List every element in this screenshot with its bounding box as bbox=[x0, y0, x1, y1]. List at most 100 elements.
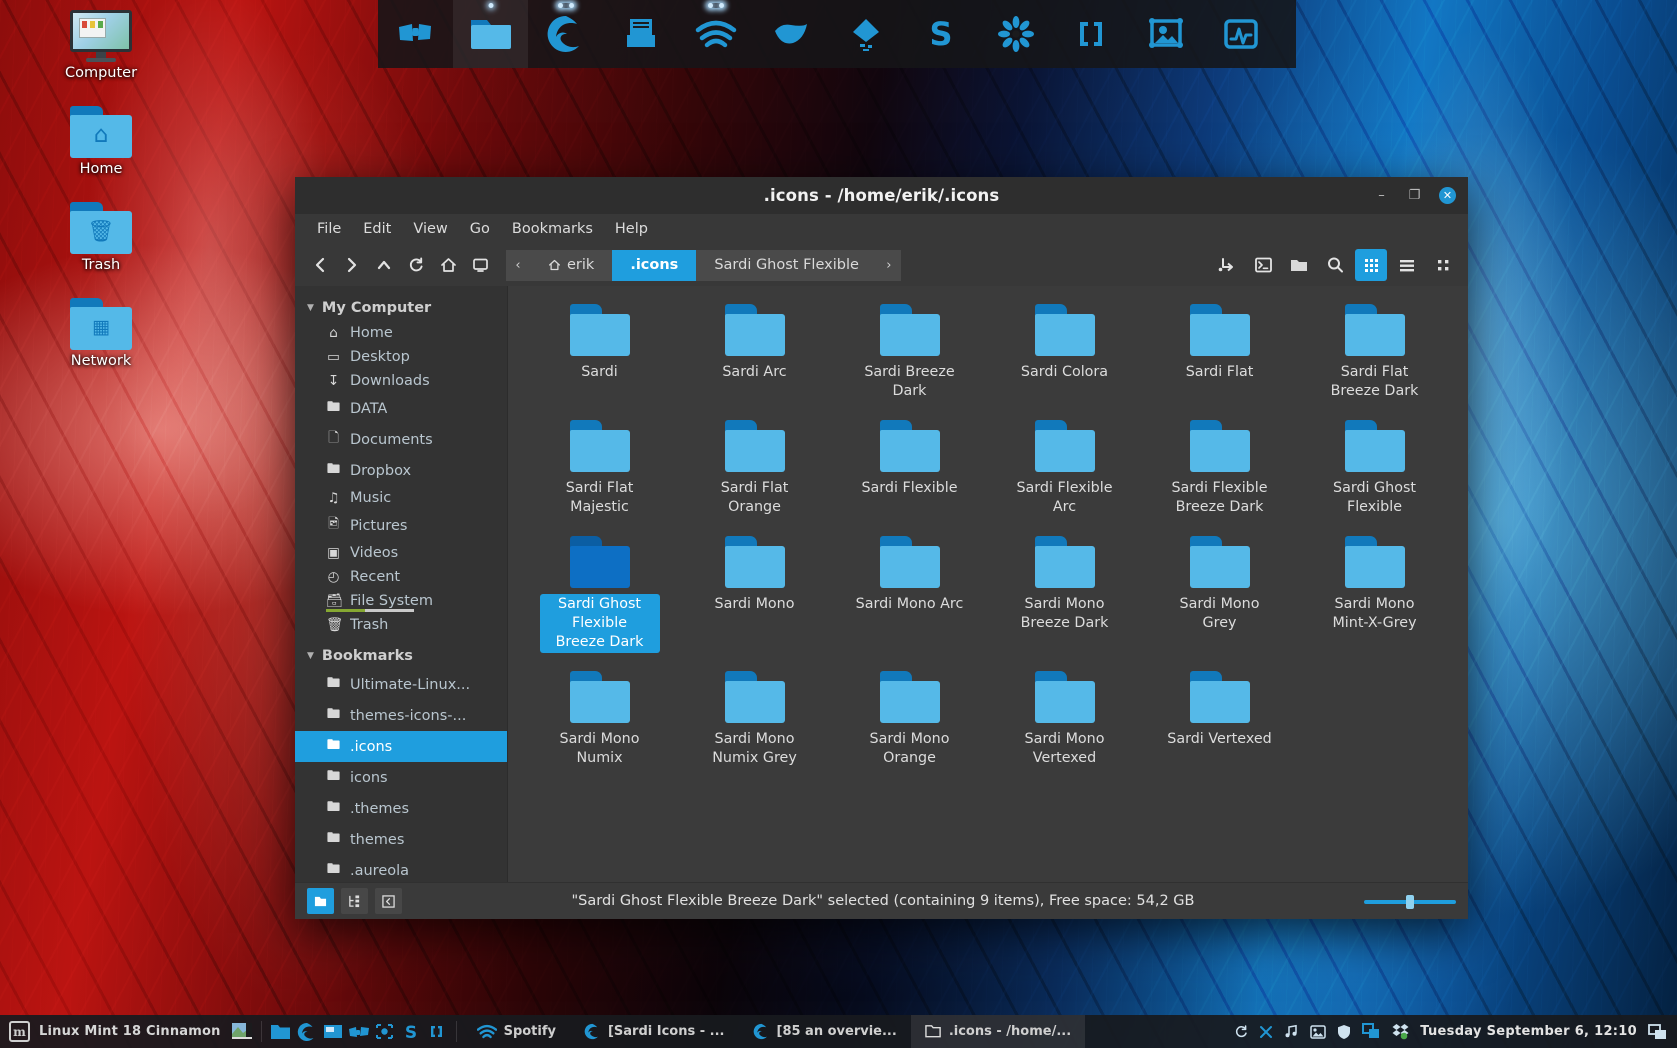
sidebar-item-downloads[interactable]: ↧ Downloads bbox=[295, 369, 507, 393]
file-item[interactable]: Sardi Mono Arc bbox=[832, 532, 987, 653]
sidebar-item-pictures[interactable]: 🖻 Pictures bbox=[295, 510, 507, 541]
desktop-icon-trash[interactable]: 🗑 Trash bbox=[36, 202, 166, 274]
sidebar-section-my-computer[interactable]: ▼ My Computer bbox=[295, 295, 507, 321]
launcher-camera[interactable] bbox=[372, 1015, 398, 1048]
dock-item-gimp[interactable] bbox=[753, 0, 828, 68]
file-item[interactable]: Sardi Mono bbox=[677, 532, 832, 653]
image-icon[interactable] bbox=[1310, 1024, 1326, 1039]
breadcrumb-sardi-ghost-flexible[interactable]: Sardi Ghost Flexible bbox=[696, 250, 877, 281]
task-file-manager[interactable]: .icons - /home/... bbox=[910, 1015, 1086, 1048]
breadcrumb-scroll-right[interactable]: › bbox=[877, 250, 901, 281]
file-item[interactable]: Sardi Mono Mint-X-Grey bbox=[1297, 532, 1452, 653]
menu-file[interactable]: File bbox=[306, 218, 352, 240]
forward-button[interactable] bbox=[336, 250, 368, 280]
clock[interactable]: Tuesday September 6, 12:10 bbox=[1420, 1024, 1637, 1039]
task-firefox-sardi[interactable]: [Sardi Icons - ... bbox=[570, 1015, 739, 1048]
launcher-screenshot[interactable] bbox=[320, 1015, 346, 1048]
dock-item-sublime[interactable]: S bbox=[903, 0, 978, 68]
launcher-firefox[interactable] bbox=[294, 1015, 320, 1048]
sidebar-item-dot-themes[interactable]: 🖿 .themes bbox=[295, 793, 507, 824]
task-spotify[interactable]: Spotify bbox=[463, 1015, 570, 1048]
home-button[interactable] bbox=[432, 250, 464, 280]
file-item[interactable]: Sardi Flexible bbox=[832, 416, 987, 518]
close-button[interactable]: ✕ bbox=[1439, 187, 1456, 204]
dock-item-inkscape[interactable] bbox=[828, 0, 903, 68]
breadcrumb-icons[interactable]: .icons bbox=[612, 249, 697, 281]
menu-edit[interactable]: Edit bbox=[352, 218, 402, 240]
sidebar-item-aureola[interactable]: 🖿 .aureola bbox=[295, 855, 507, 882]
menu-button[interactable]: m Linux Mint 18 Cinnamon bbox=[0, 1015, 229, 1048]
maximize-button[interactable]: ❐ bbox=[1406, 187, 1423, 204]
shield-icon[interactable] bbox=[1337, 1024, 1351, 1040]
dock-item-bowtie[interactable] bbox=[378, 0, 453, 68]
zoom-slider[interactable] bbox=[1364, 892, 1456, 911]
show-desktop-button[interactable] bbox=[1648, 1023, 1667, 1040]
sidebar-item-home[interactable]: ⌂ Home bbox=[295, 321, 507, 345]
list-view-button[interactable] bbox=[1391, 249, 1423, 281]
file-item-selected[interactable]: Sardi Ghost Flexible Breeze Dark bbox=[522, 532, 677, 653]
file-item[interactable]: Sardi Arc bbox=[677, 300, 832, 402]
minimize-button[interactable]: – bbox=[1373, 187, 1390, 204]
open-terminal-button[interactable] bbox=[1247, 249, 1279, 281]
file-item[interactable]: Sardi Mono Numix bbox=[522, 667, 677, 769]
sidebar-item-icons[interactable]: 🖿 icons bbox=[295, 762, 507, 793]
file-item[interactable]: Sardi Flexible Arc bbox=[987, 416, 1142, 518]
reload-button[interactable] bbox=[400, 250, 432, 280]
desktop-icon-home[interactable]: ⌂ Home bbox=[36, 106, 166, 178]
file-grid-pane[interactable]: Sardi Sardi Arc Sardi Breeze Dark Sardi … bbox=[508, 286, 1468, 882]
file-item[interactable]: Sardi Flat Orange bbox=[677, 416, 832, 518]
dock-item-image-viewer[interactable] bbox=[1128, 0, 1203, 68]
compact-view-button[interactable] bbox=[1427, 249, 1459, 281]
dock-item-firefox[interactable] bbox=[528, 0, 603, 68]
file-item[interactable]: Sardi Flat Majestic bbox=[522, 416, 677, 518]
launcher-file-manager[interactable] bbox=[268, 1015, 294, 1048]
task-firefox-85[interactable]: [85 an overvie... bbox=[739, 1015, 911, 1048]
file-item[interactable]: Sardi Flexible Breeze Dark bbox=[1142, 416, 1297, 518]
sidebar-item-themes-icons[interactable]: 🖿 themes-icons-... bbox=[295, 700, 507, 731]
sidebar-item-trash[interactable]: 🗑 Trash bbox=[295, 613, 507, 637]
launcher-bowtie[interactable] bbox=[346, 1015, 372, 1048]
sidebar-item-ultimate-linux[interactable]: 🖿 Ultimate-Linux... bbox=[295, 669, 507, 700]
file-item[interactable]: Sardi Flat Breeze Dark bbox=[1297, 300, 1452, 402]
desktop-icon-computer[interactable]: Computer bbox=[36, 10, 166, 82]
dock-item-spotify[interactable] bbox=[678, 0, 753, 68]
music-note-icon[interactable] bbox=[1284, 1024, 1299, 1039]
sidebar-item-music[interactable]: ♫ Music bbox=[295, 486, 507, 510]
file-item[interactable]: Sardi Colora bbox=[987, 300, 1142, 402]
sidebar-item-themes[interactable]: 🖿 themes bbox=[295, 824, 507, 855]
new-folder-button[interactable] bbox=[1283, 249, 1315, 281]
split-pane-button[interactable] bbox=[1211, 249, 1243, 281]
menu-view[interactable]: View bbox=[402, 218, 458, 240]
places-pane-button[interactable] bbox=[307, 888, 334, 914]
sidebar-item-dot-icons[interactable]: 🖿 .icons bbox=[295, 731, 507, 762]
dock-item-text-editor[interactable] bbox=[603, 0, 678, 68]
launcher-show-desktop[interactable] bbox=[229, 1015, 255, 1048]
tree-pane-button[interactable] bbox=[341, 888, 368, 914]
menu-help[interactable]: Help bbox=[604, 218, 659, 240]
sidebar-item-file-system[interactable]: 🗃 File System bbox=[295, 589, 507, 613]
file-item[interactable]: Sardi Vertexed bbox=[1142, 667, 1297, 769]
dropbox-icon[interactable] bbox=[1392, 1023, 1409, 1040]
file-item[interactable]: Sardi Mono Numix Grey bbox=[677, 667, 832, 769]
launcher-sublime[interactable]: S bbox=[398, 1015, 424, 1048]
back-button[interactable] bbox=[304, 250, 336, 280]
up-button[interactable] bbox=[368, 250, 400, 280]
file-item[interactable]: Sardi Mono Vertexed bbox=[987, 667, 1142, 769]
workspace-switcher-icon[interactable] bbox=[1362, 1023, 1381, 1040]
file-item[interactable]: Sardi Ghost Flexible bbox=[1297, 416, 1452, 518]
breadcrumb-erik[interactable]: erik bbox=[530, 250, 612, 281]
dock-item-pinwheel[interactable] bbox=[978, 0, 1053, 68]
sidebar-section-bookmarks[interactable]: ▼ Bookmarks bbox=[295, 643, 507, 669]
sidebar-item-recent[interactable]: ◴ Recent bbox=[295, 565, 507, 589]
sidebar-item-desktop[interactable]: ▭ Desktop bbox=[295, 345, 507, 369]
dock-item-brackets[interactable] bbox=[1053, 0, 1128, 68]
file-item[interactable]: Sardi Mono Orange bbox=[832, 667, 987, 769]
sidebar-item-documents[interactable]: 🗋 Documents bbox=[295, 424, 507, 455]
dock-item-file-manager[interactable] bbox=[453, 0, 528, 68]
menu-bookmarks[interactable]: Bookmarks bbox=[501, 218, 604, 240]
hide-sidebar-button[interactable] bbox=[375, 888, 402, 914]
dock-item-system-monitor[interactable] bbox=[1203, 0, 1278, 68]
desktop-icon-network[interactable]: ▦ Network bbox=[36, 298, 166, 370]
toggle-location-button[interactable] bbox=[464, 250, 496, 280]
file-item[interactable]: Sardi bbox=[522, 300, 677, 402]
